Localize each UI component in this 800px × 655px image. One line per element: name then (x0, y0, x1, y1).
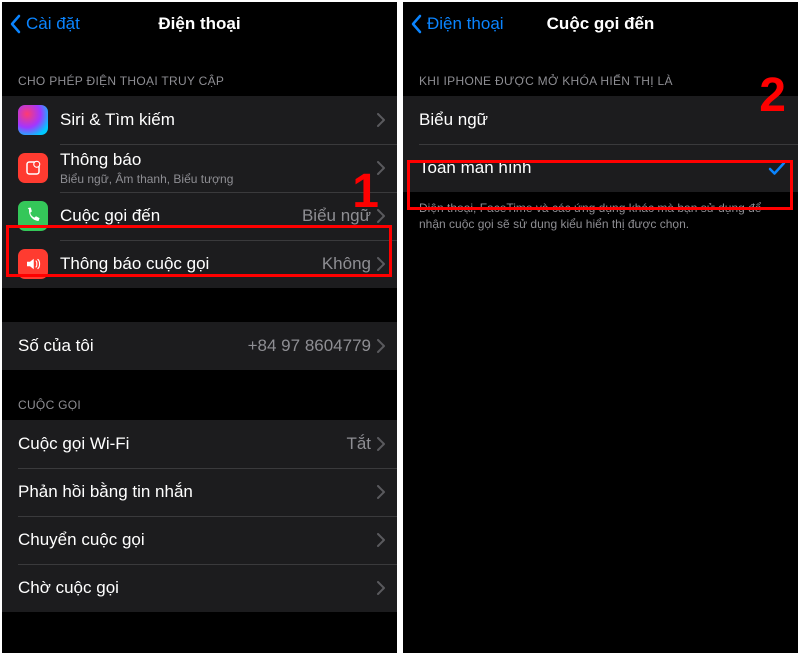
chevron-left-icon (411, 14, 423, 34)
row-label: Siri & Tìm kiếm (60, 110, 377, 130)
chevron-left-icon (10, 14, 22, 34)
row-value: +84 97 8604779 (248, 336, 371, 356)
chevron-right-icon (377, 485, 385, 499)
section-header-allow: CHO PHÉP ĐIỆN THOẠI TRUY CẬP (2, 46, 397, 96)
chevron-right-icon (377, 113, 385, 127)
navbar-right: Điện thoại Cuộc gọi đến (403, 2, 798, 46)
row-fullscreen[interactable]: Toàn màn hình (403, 144, 798, 192)
section-header-display: KHI IPHONE ĐƯỢC MỞ KHÓA HIỂN THỊ LÀ (403, 46, 798, 96)
back-label: Điện thoại (427, 14, 504, 34)
checkmark-icon (768, 159, 786, 177)
row-wifi-calling[interactable]: Cuộc gọi Wi-Fi Tắt (2, 420, 397, 468)
row-label: Phản hồi bằng tin nhắn (18, 482, 377, 502)
phone-settings-screen: Cài đặt Điện thoại CHO PHÉP ĐIỆN THOẠI T… (2, 2, 397, 653)
notification-icon (18, 153, 48, 183)
chevron-right-icon (377, 209, 385, 223)
row-value: Biểu ngữ (302, 206, 371, 226)
back-button-settings[interactable]: Cài đặt (10, 14, 80, 34)
group-my-number: Số của tôi +84 97 8604779 (2, 322, 397, 370)
row-call-waiting[interactable]: Chờ cuộc gọi (2, 564, 397, 612)
row-sublabel: Biểu ngữ, Âm thanh, Biểu tượng (60, 172, 377, 186)
row-banner[interactable]: Biểu ngữ (403, 96, 798, 144)
row-label: Thông báo (60, 150, 377, 170)
section-header-calls: CUỘC GỌI (2, 370, 397, 420)
group-calls: Cuộc gọi Wi-Fi Tắt Phản hồi bằng tin nhắ… (2, 420, 397, 612)
back-button-phone[interactable]: Điện thoại (411, 14, 504, 34)
row-label: Biểu ngữ (419, 110, 786, 130)
chevron-right-icon (377, 581, 385, 595)
row-label: Thông báo cuộc gọi (60, 254, 322, 274)
chevron-right-icon (377, 257, 385, 271)
back-label: Cài đặt (26, 14, 80, 34)
speaker-icon (18, 249, 48, 279)
row-sms-reply[interactable]: Phản hồi bằng tin nhắn (2, 468, 397, 516)
row-label: Cuộc gọi đến (60, 206, 302, 226)
row-label: Cuộc gọi Wi-Fi (18, 434, 346, 454)
row-label: Toàn màn hình (419, 158, 768, 178)
footer-text: Điện thoại, FaceTime và các ứng dụng khá… (403, 192, 798, 232)
row-announce-calls[interactable]: Thông báo cuộc gọi Không (2, 240, 397, 288)
phone-icon (18, 201, 48, 231)
incoming-calls-screen: Điện thoại Cuộc gọi đến KHI IPHONE ĐƯỢC … (403, 2, 798, 653)
row-incoming-calls[interactable]: Cuộc gọi đến Biểu ngữ (2, 192, 397, 240)
row-label: Chờ cuộc gọi (18, 578, 377, 598)
row-value: Không (322, 254, 371, 274)
chevron-right-icon (377, 339, 385, 353)
group-allow: Siri & Tìm kiếm Thông báo Biểu ngữ, Âm t… (2, 96, 397, 288)
row-label: Số của tôi (18, 336, 248, 356)
navbar-left: Cài đặt Điện thoại (2, 2, 397, 46)
row-label: Chuyển cuộc gọi (18, 530, 377, 550)
chevron-right-icon (377, 533, 385, 547)
siri-icon (18, 105, 48, 135)
row-notifications[interactable]: Thông báo Biểu ngữ, Âm thanh, Biểu tượng (2, 144, 397, 192)
row-value: Tắt (346, 434, 371, 454)
chevron-right-icon (377, 161, 385, 175)
row-siri[interactable]: Siri & Tìm kiếm (2, 96, 397, 144)
row-call-forwarding[interactable]: Chuyển cuộc gọi (2, 516, 397, 564)
group-display-options: Biểu ngữ Toàn màn hình (403, 96, 798, 192)
chevron-right-icon (377, 437, 385, 451)
row-my-number[interactable]: Số của tôi +84 97 8604779 (2, 322, 397, 370)
